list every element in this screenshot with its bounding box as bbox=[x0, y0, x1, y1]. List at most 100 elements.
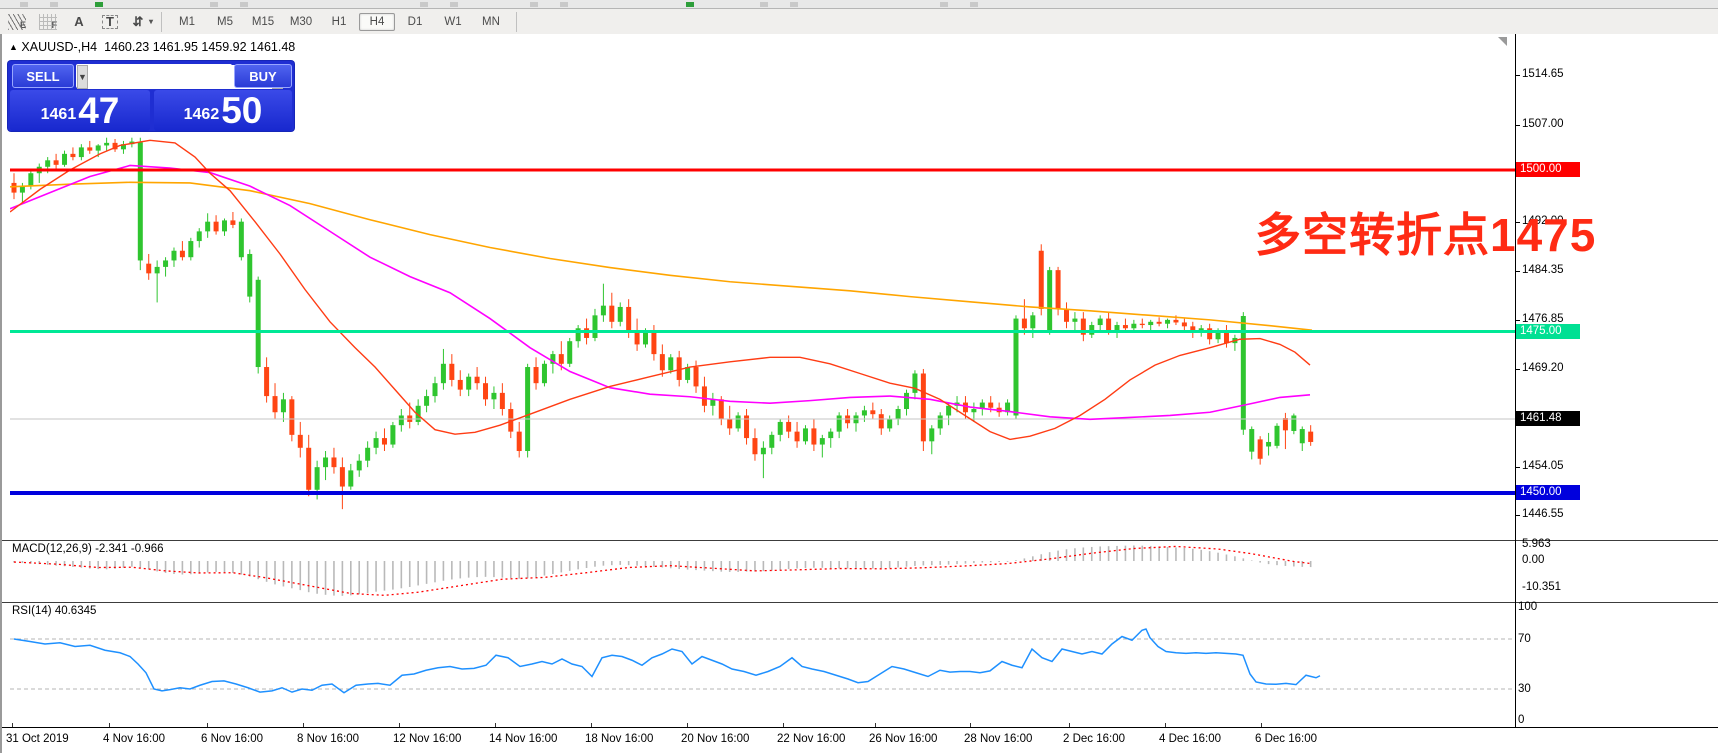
grid-button[interactable]: F bbox=[34, 10, 62, 33]
volume-decrease-button[interactable]: ▼ bbox=[77, 65, 88, 89]
candlestick bbox=[1241, 316, 1246, 430]
panel-separator[interactable] bbox=[2, 540, 1718, 541]
price-tag: 1500.00 bbox=[1516, 162, 1580, 177]
rsi-plot[interactable] bbox=[10, 603, 1515, 726]
candlestick bbox=[1131, 324, 1136, 329]
buy-price-small: 1462 bbox=[184, 106, 220, 124]
candlestick bbox=[803, 428, 808, 441]
volume-stepper: ▼ ▲ bbox=[76, 64, 232, 88]
candlestick bbox=[1115, 325, 1120, 330]
time-label: 12 Nov 16:00 bbox=[393, 733, 461, 745]
candlestick bbox=[971, 409, 976, 412]
candlestick bbox=[298, 435, 303, 448]
candlestick bbox=[837, 415, 842, 431]
candlestick bbox=[592, 315, 597, 338]
macd-tick-label: -10.351 bbox=[1522, 581, 1561, 593]
candlestick bbox=[87, 147, 92, 150]
drawing-tools: EFAT ⇵▾ bbox=[0, 10, 155, 33]
toolbar-fragment bbox=[760, 2, 768, 7]
textbox-icon: T bbox=[101, 14, 119, 30]
candlestick bbox=[862, 410, 867, 415]
candlestick bbox=[946, 406, 951, 416]
icon-letter: T bbox=[102, 15, 118, 29]
candlestick bbox=[348, 470, 353, 486]
candlestick bbox=[854, 415, 859, 423]
candlestick bbox=[534, 367, 539, 383]
macd-plot[interactable] bbox=[10, 542, 1515, 601]
candlestick bbox=[517, 432, 522, 451]
candlestick bbox=[365, 448, 370, 461]
timeframe-buttons: M1M5M15M30H1H4D1W1MN bbox=[168, 13, 510, 31]
rsi-tick-label: 70 bbox=[1518, 633, 1531, 645]
grid-icon: F bbox=[39, 14, 57, 30]
candlestick bbox=[256, 280, 261, 367]
indicator-hatch-icon: E bbox=[8, 14, 26, 30]
chevron-down-icon: ▾ bbox=[149, 17, 153, 26]
candlestick bbox=[660, 354, 665, 370]
candlestick bbox=[281, 399, 286, 412]
timeframe-m30[interactable]: M30 bbox=[283, 13, 319, 31]
toolbar-separator bbox=[516, 12, 517, 32]
candlestick bbox=[1089, 325, 1094, 335]
candlestick bbox=[786, 422, 791, 432]
time-tick-mark bbox=[875, 723, 876, 727]
candlestick bbox=[222, 220, 227, 231]
candlestick bbox=[1123, 325, 1128, 328]
toolbar-fragment bbox=[420, 2, 428, 7]
candlestick bbox=[1291, 415, 1296, 431]
time-tick-mark bbox=[591, 723, 592, 727]
arrow-style-button[interactable]: ⇵▾ bbox=[127, 10, 155, 33]
toolbar-fragment-green bbox=[686, 2, 694, 7]
timeframe-m15[interactable]: M15 bbox=[245, 13, 281, 31]
candlestick bbox=[483, 383, 488, 399]
candlestick bbox=[433, 383, 438, 396]
time-tick-mark bbox=[1165, 723, 1166, 727]
candlestick bbox=[685, 367, 690, 380]
buy-button[interactable]: BUY bbox=[234, 64, 292, 88]
timeframe-m5[interactable]: M5 bbox=[207, 13, 243, 31]
candlestick bbox=[828, 432, 833, 438]
toolbar-fragment-green bbox=[95, 2, 103, 7]
sell-button[interactable]: SELL bbox=[12, 64, 74, 88]
candlestick bbox=[28, 173, 33, 186]
timeframe-mn[interactable]: MN bbox=[473, 13, 509, 31]
candlestick bbox=[870, 410, 875, 414]
one-click-trading-panel: SELL ▼ ▲ BUY 1461 47 1462 50 bbox=[8, 61, 294, 131]
candlestick bbox=[811, 428, 816, 444]
textbox-button[interactable]: T bbox=[96, 10, 124, 33]
toolbar-fragment bbox=[450, 2, 458, 7]
sell-price-small: 1461 bbox=[41, 106, 77, 124]
candlestick bbox=[188, 241, 193, 257]
candlestick bbox=[626, 307, 631, 332]
candlestick bbox=[264, 367, 269, 396]
timeframe-w1[interactable]: W1 bbox=[435, 13, 471, 31]
indicator-hatch-button[interactable]: E bbox=[3, 10, 31, 33]
candlestick bbox=[921, 373, 926, 441]
candlestick bbox=[896, 409, 901, 419]
candlestick bbox=[96, 145, 101, 150]
candlestick bbox=[466, 377, 471, 390]
axis-tick-mark bbox=[1515, 320, 1520, 321]
panel-separator[interactable] bbox=[2, 602, 1718, 603]
timeframe-m1[interactable]: M1 bbox=[169, 13, 205, 31]
candlestick bbox=[1064, 309, 1069, 322]
timeframe-h4[interactable]: H4 bbox=[359, 13, 395, 31]
time-tick-mark bbox=[399, 723, 400, 727]
candlestick bbox=[887, 419, 892, 429]
timeframe-d1[interactable]: D1 bbox=[397, 13, 433, 31]
candlestick bbox=[1300, 429, 1305, 443]
candlestick bbox=[929, 428, 934, 441]
time-tick-mark bbox=[1261, 723, 1262, 727]
candlestick bbox=[879, 414, 884, 428]
sell-quote[interactable]: 1461 47 bbox=[10, 90, 150, 131]
text-label-button[interactable]: A bbox=[65, 10, 93, 33]
buy-quote[interactable]: 1462 50 bbox=[154, 90, 292, 131]
candlestick bbox=[912, 373, 917, 392]
timeframe-h1[interactable]: H1 bbox=[321, 13, 357, 31]
candlestick bbox=[45, 160, 50, 166]
candlestick bbox=[475, 377, 480, 383]
candlestick bbox=[1182, 322, 1187, 326]
time-tick-mark bbox=[303, 723, 304, 727]
collapse-triangle-icon[interactable]: ▲ bbox=[9, 42, 18, 52]
candlestick bbox=[542, 364, 547, 383]
